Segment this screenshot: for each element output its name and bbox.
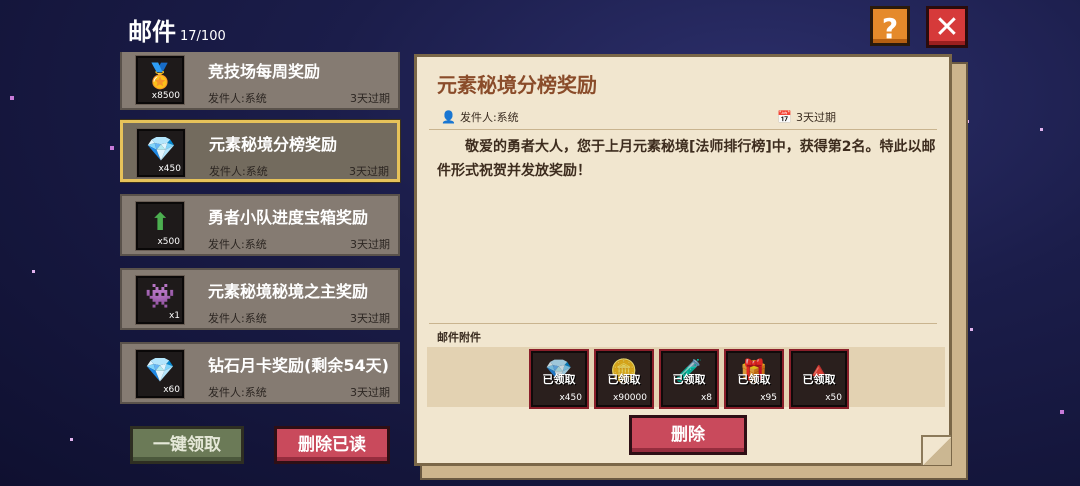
diamond-icon: 💎 x450 xyxy=(136,128,186,178)
delete-button[interactable]: 删除 xyxy=(629,415,747,455)
item-quantity: x1 xyxy=(168,311,180,321)
star-decoration xyxy=(32,270,35,273)
mail-item-title: 竞技场每周奖励 xyxy=(208,62,321,81)
attachment-item[interactable]: 🔺 已领取 x50 xyxy=(789,349,849,409)
item-quantity: x450 xyxy=(158,164,181,174)
mail-list[interactable]: 🏅 x8500 竞技场每周奖励 发件人:系统 3天过期 💎 x450 元素秘境分榜奖… xyxy=(120,52,402,408)
upgrade-arrow-icon: ⬆ x500 xyxy=(135,201,185,251)
star-decoration xyxy=(110,146,114,150)
delete-read-button[interactable]: 删除已读 xyxy=(274,426,390,464)
mail-item-sender: 发件人:系统 xyxy=(209,165,268,178)
attachment-quantity: x50 xyxy=(825,393,842,403)
mail-item-expiry: 3天过期 xyxy=(350,312,390,325)
attachment-quantity: x90000 xyxy=(613,393,647,403)
star-decoration xyxy=(70,438,73,441)
mail-item-monthly-card[interactable]: 💎 x60 钻石月卡奖励(剩余54天) 发件人:系统 3天过期 xyxy=(120,342,400,404)
attachments-label: 邮件附件 xyxy=(437,331,481,344)
claimed-label: 已领取 xyxy=(672,373,706,386)
attachment-item[interactable]: 🎁 已领取 x95 xyxy=(724,349,784,409)
claimed-label: 已领取 xyxy=(607,373,641,386)
attachment-quantity: x450 xyxy=(559,393,582,403)
page-curl-decoration xyxy=(921,435,951,465)
mail-item-expiry: 3天过期 xyxy=(350,238,390,251)
mail-detail-panel: 元素秘境分榜奖励 👤 发件人:系统 📅 3天过期 敬爱的勇者大人，您于上月元素秘境[… xyxy=(414,54,952,466)
avatar-frame-icon: 👾 x1 xyxy=(135,275,185,325)
claimed-label: 已领取 xyxy=(542,373,576,386)
mail-item-expiry: 3天过期 xyxy=(350,92,390,105)
star-decoration xyxy=(970,328,973,331)
mail-item-arena-weekly[interactable]: 🏅 x8500 竞技场每周奖励 发件人:系统 3天过期 xyxy=(120,52,400,110)
mail-item-team-chest[interactable]: ⬆ x500 勇者小队进度宝箱奖励 发件人:系统 3天过期 xyxy=(120,194,400,256)
mail-count: 17/100 xyxy=(180,29,226,44)
claim-all-button[interactable]: 一键领取 xyxy=(130,426,244,464)
item-quantity: x500 xyxy=(157,237,180,247)
divider xyxy=(429,129,937,130)
mail-item-expiry: 3天过期 xyxy=(350,386,390,399)
mail-item-sender: 发件人:系统 xyxy=(208,92,267,105)
detail-sender-text: 发件人:系统 xyxy=(459,111,519,124)
medal-icon: 🏅 x8500 xyxy=(135,55,185,105)
detail-title: 元素秘境分榜奖励 xyxy=(437,73,597,97)
star-decoration xyxy=(1060,410,1064,414)
star-decoration xyxy=(1040,128,1043,131)
star-decoration xyxy=(10,96,14,100)
mail-title-text: 邮件 xyxy=(128,18,176,46)
attachment-quantity: x95 xyxy=(760,393,777,403)
diamond-icon: 💎 x60 xyxy=(135,349,185,399)
attachment-item[interactable]: 🪙 已领取 x90000 xyxy=(594,349,654,409)
detail-sender: 👤 发件人:系统 xyxy=(441,109,519,125)
attachment-item[interactable]: 💎 已领取 x450 xyxy=(529,349,589,409)
mail-item-title: 钻石月卡奖励(剩余54天) xyxy=(208,356,389,375)
mail-item-element-rank[interactable]: 💎 x450 元素秘境分榜奖励 发件人:系统 3天过期 xyxy=(120,120,400,182)
mail-item-sender: 发件人:系统 xyxy=(208,312,267,325)
mail-item-sender: 发件人:系统 xyxy=(208,238,267,251)
item-quantity: x60 xyxy=(163,385,180,395)
attachment-quantity: x8 xyxy=(700,393,712,403)
item-quantity: x8500 xyxy=(151,91,180,101)
mail-item-realm-master[interactable]: 👾 x1 元素秘境秘境之主奖励 发件人:系统 3天过期 xyxy=(120,268,400,330)
calendar-icon: 📅 xyxy=(777,110,792,124)
help-button[interactable]: ? xyxy=(870,6,910,46)
detail-expiry-text: 3天过期 xyxy=(795,111,836,124)
claimed-label: 已领取 xyxy=(802,373,836,386)
mail-item-title: 元素秘境秘境之主奖励 xyxy=(208,282,369,301)
attachment-item[interactable]: 🧪 已领取 x8 xyxy=(659,349,719,409)
mail-item-title: 元素秘境分榜奖励 xyxy=(209,135,338,154)
detail-body: 敬爱的勇者大人，您于上月元素秘境[法师排行榜]中，获得第2名。特此以邮件形式祝贺… xyxy=(437,139,936,179)
mail-item-title: 勇者小队进度宝箱奖励 xyxy=(208,208,369,227)
divider xyxy=(429,323,937,324)
detail-expiry: 📅 3天过期 xyxy=(777,109,836,125)
close-button[interactable]: ✕ xyxy=(926,6,968,48)
person-icon: 👤 xyxy=(441,110,456,124)
mail-title: 邮件 17/100 xyxy=(128,12,226,47)
mail-item-expiry: 3天过期 xyxy=(349,165,389,178)
claimed-label: 已领取 xyxy=(737,373,771,386)
mail-item-sender: 发件人:系统 xyxy=(208,386,267,399)
